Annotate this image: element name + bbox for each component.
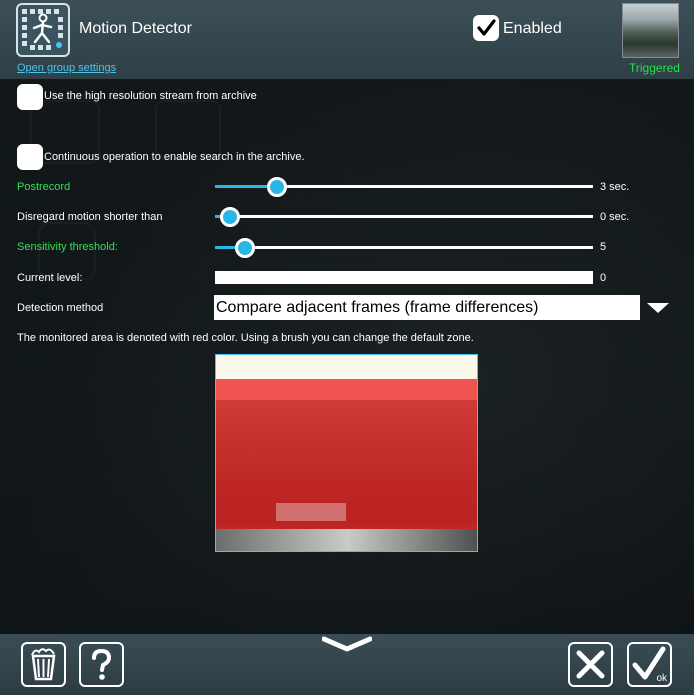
disregard-label: Disregard motion shorter than — [17, 211, 163, 223]
question-icon — [92, 648, 112, 680]
close-icon — [576, 650, 605, 679]
current-level-bar — [215, 271, 593, 284]
checkmark-icon — [477, 19, 496, 36]
detection-method-select[interactable]: Compare adjacent frames (frame differenc… — [214, 295, 640, 320]
frame-bottom-strip — [216, 529, 477, 551]
cancel-button[interactable] — [568, 642, 613, 687]
zone-editor-preview[interactable] — [215, 354, 478, 552]
chevron-down-icon[interactable] — [322, 636, 372, 654]
enabled-checkbox[interactable] — [473, 15, 499, 41]
ok-label: ok — [656, 673, 667, 684]
current-level-label: Current level: — [17, 272, 83, 284]
settings-content: Use the high resolution stream from arch… — [0, 0, 694, 695]
header-bar: Motion Detector Open group settings Enab… — [0, 0, 694, 79]
current-level-value: 0 — [600, 272, 607, 284]
ok-button[interactable]: ok — [627, 642, 672, 687]
delete-button[interactable] — [21, 642, 66, 687]
temple-roof — [276, 503, 346, 521]
open-group-settings-link[interactable]: Open group settings — [17, 62, 116, 74]
chevron-down-icon[interactable] — [647, 303, 669, 313]
help-button[interactable] — [79, 642, 124, 687]
monitored-zone-mask — [216, 379, 477, 529]
postrecord-value: 3 sec. — [600, 181, 630, 193]
sensitivity-slider-knob[interactable] — [235, 238, 255, 258]
high-res-label: Use the high resolution stream from arch… — [44, 90, 257, 102]
status-triggered: Triggered — [629, 61, 680, 75]
camera-thumbnail[interactable] — [622, 3, 679, 58]
postrecord-slider-knob[interactable] — [267, 177, 287, 197]
motion-detector-icon — [16, 3, 70, 57]
page-title: Motion Detector — [79, 20, 192, 37]
sensitivity-slider[interactable] — [215, 246, 593, 249]
disregard-value: 0 sec. — [600, 211, 630, 223]
high-res-checkbox[interactable] — [17, 84, 43, 110]
disregard-slider-knob[interactable] — [220, 207, 240, 227]
continuous-label: Continuous operation to enable search in… — [44, 151, 305, 163]
detection-method-label: Detection method — [17, 302, 104, 314]
continuous-checkbox[interactable] — [17, 144, 43, 170]
enabled-label: Enabled — [503, 20, 562, 37]
disregard-slider[interactable] — [215, 215, 593, 218]
trash-icon — [31, 648, 56, 681]
postrecord-label: Postrecord — [17, 181, 71, 193]
sensitivity-value: 5 — [600, 241, 607, 253]
zone-hint: The monitored area is denoted with red c… — [17, 332, 474, 344]
sensitivity-label: Sensitivity threshold: — [17, 241, 118, 253]
